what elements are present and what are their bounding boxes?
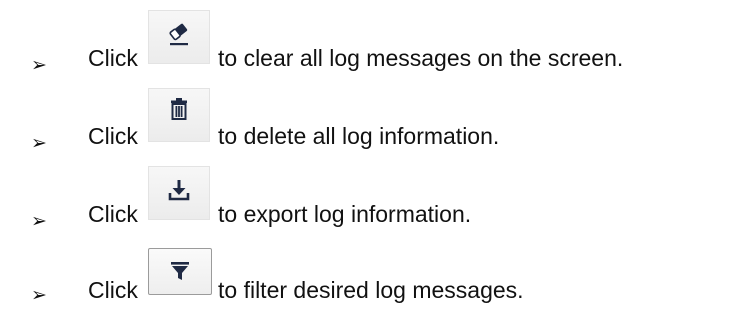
click-label: Click [88, 45, 138, 71]
instruction-text: to export log information. [218, 201, 472, 227]
instruction-item-filter: ➢ Click to filter desired log messages. [0, 236, 739, 305]
bullet-arrow-icon: ➢ [31, 55, 47, 76]
click-label: Click [88, 201, 138, 227]
instruction-text: to delete all log information. [218, 123, 500, 149]
instruction-item-clear: ➢ Click to clear all log messages on the… [0, 0, 739, 75]
click-label: Click [88, 277, 138, 303]
bullet-arrow-icon: ➢ [31, 211, 47, 232]
clear-log-button[interactable] [148, 10, 210, 64]
download-icon [168, 179, 190, 201]
bullet-arrow-icon: ➢ [31, 133, 47, 154]
instruction-item-export: ➢ Click to export log information. [0, 156, 739, 231]
instruction-text: to clear all log messages on the screen. [218, 45, 624, 71]
bullet-arrow-icon: ➢ [31, 285, 47, 306]
eraser-icon [169, 23, 188, 46]
instruction-item-delete: ➢ Click to delete all log information. [0, 78, 739, 153]
delete-log-button[interactable] [148, 88, 210, 142]
filter-icon [171, 261, 189, 280]
instruction-list: ➢ Click to clear all log messages on the… [0, 0, 739, 315]
export-log-button[interactable] [148, 166, 210, 220]
filter-log-button[interactable] [148, 248, 212, 295]
click-label: Click [88, 123, 138, 149]
instruction-text: to filter desired log messages. [218, 277, 524, 303]
trash-icon [171, 97, 187, 120]
